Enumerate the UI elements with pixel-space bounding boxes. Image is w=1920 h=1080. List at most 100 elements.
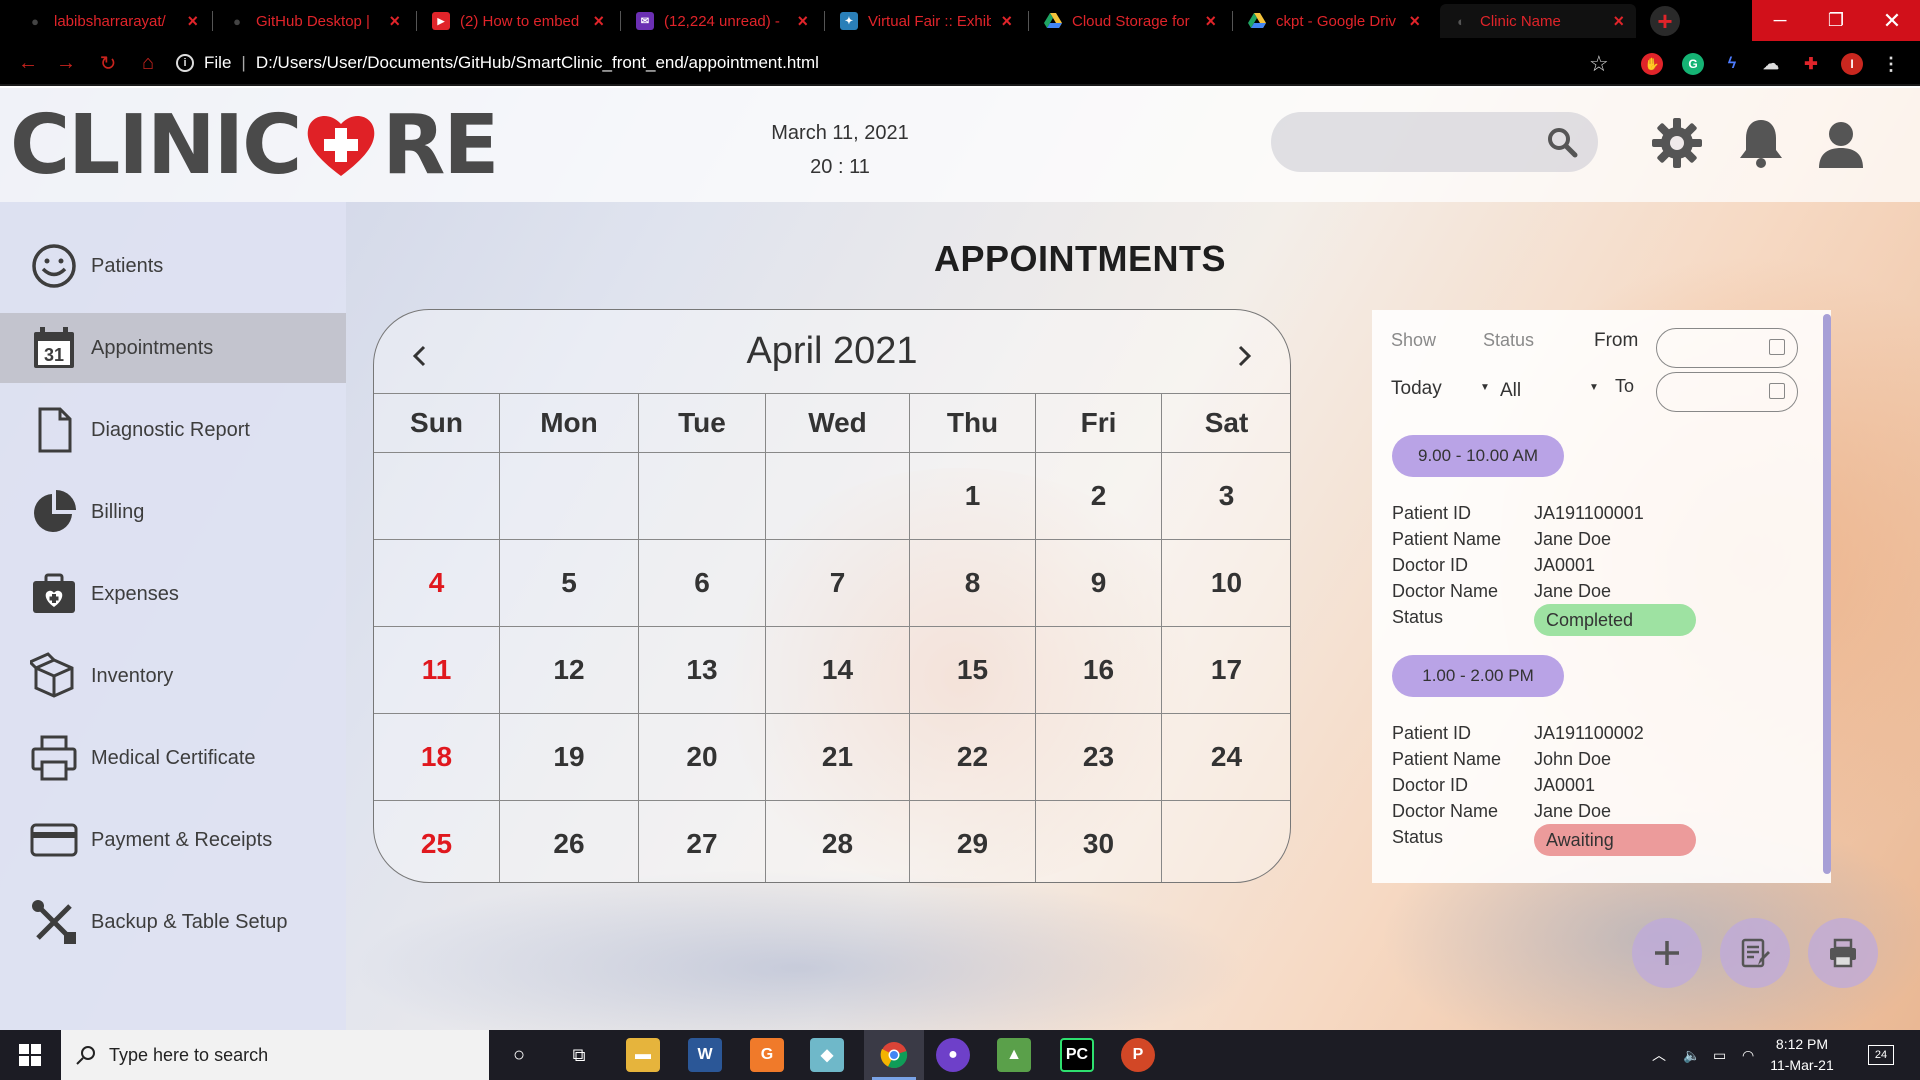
calendar-day[interactable]: 4 <box>374 540 500 627</box>
calendar-day[interactable]: 26 <box>500 801 639 882</box>
extension-icon[interactable]: ✋ <box>1641 53 1663 75</box>
chrome-icon[interactable] <box>877 1038 911 1072</box>
bell-icon[interactable] <box>1734 116 1788 170</box>
calendar-icon[interactable] <box>1769 339 1785 355</box>
calendar-day[interactable]: 30 <box>1036 801 1162 882</box>
browser-tab[interactable]: ✦ Virtual Fair :: Exhib × <box>828 4 1024 38</box>
calendar-day[interactable]: 28 <box>766 801 910 882</box>
panel-scrollbar[interactable] <box>1823 314 1831 874</box>
calendar-day[interactable]: 17 <box>1162 627 1290 714</box>
restore-button[interactable]: ❐ <box>1808 0 1864 41</box>
browser-tab[interactable]: ▶ (2) How to embed × <box>420 4 616 38</box>
browser-tab[interactable]: ✉ (12,224 unread) - × <box>624 4 820 38</box>
calendar-day[interactable]: 2 <box>1036 453 1162 540</box>
calendar-day[interactable]: 10 <box>1162 540 1290 627</box>
back-arrow-icon[interactable]: ← <box>14 49 42 77</box>
app-orange-icon[interactable]: G <box>750 1038 784 1072</box>
calendar-day[interactable]: 25 <box>374 801 500 882</box>
close-tab-icon[interactable]: × <box>593 11 604 32</box>
calendar-day[interactable]: 24 <box>1162 714 1290 801</box>
minimize-button[interactable]: ─ <box>1752 0 1808 41</box>
user-avatar-icon[interactable] <box>1814 116 1868 170</box>
image-app-icon[interactable]: ▲ <box>997 1038 1031 1072</box>
sidebar-item-appointments[interactable]: 31 Appointments <box>0 313 346 383</box>
calendar-day[interactable]: 20 <box>639 714 766 801</box>
sidebar-item-expenses[interactable]: Expenses <box>0 559 346 629</box>
calendar-icon[interactable] <box>1769 383 1785 399</box>
calendar-day[interactable]: 15 <box>910 627 1036 714</box>
gear-icon[interactable] <box>1650 116 1704 170</box>
word-icon[interactable]: W <box>688 1038 722 1072</box>
puzzle-extension-icon[interactable]: ✚ <box>1800 53 1822 75</box>
incognito-icon[interactable]: ☁ <box>1760 53 1782 75</box>
profile-avatar[interactable]: I <box>1841 53 1863 75</box>
calendar-day[interactable]: 12 <box>500 627 639 714</box>
close-tab-icon[interactable]: × <box>1001 11 1012 32</box>
browser-tab[interactable]: Cloud Storage for × <box>1032 4 1228 38</box>
grammarly-icon[interactable]: G <box>1682 53 1704 75</box>
powerpoint-icon[interactable]: P <box>1121 1038 1155 1072</box>
browser-tab[interactable]: ● labibsharrarayat/ × <box>14 4 210 38</box>
notifications-icon[interactable]: 24 <box>1868 1030 1894 1080</box>
url-field[interactable]: i File | D:/Users/User/Documents/GitHub/… <box>176 47 1614 79</box>
volume-icon[interactable]: 🔈 <box>1683 1030 1700 1080</box>
calendar-day[interactable]: 9 <box>1036 540 1162 627</box>
calendar-day[interactable]: 21 <box>766 714 910 801</box>
calendar-day[interactable]: 14 <box>766 627 910 714</box>
sidebar-item-inventory[interactable]: Inventory <box>0 641 346 711</box>
forward-arrow-icon[interactable]: → <box>52 49 80 77</box>
calendar-day[interactable]: 3 <box>1162 453 1290 540</box>
sidebar-item-patients[interactable]: Patients <box>0 231 346 301</box>
sidebar-item-diagnostic-report[interactable]: Diagnostic Report <box>0 395 346 465</box>
windows-start-button[interactable] <box>0 1030 60 1080</box>
calendar-day[interactable]: 16 <box>1036 627 1162 714</box>
next-month-button[interactable] <box>1224 336 1264 376</box>
bookmark-star-icon[interactable]: ☆ <box>1589 51 1609 77</box>
search-icon[interactable] <box>1546 126 1578 158</box>
calendar-day[interactable]: 1 <box>910 453 1036 540</box>
close-tab-icon[interactable]: × <box>1409 11 1420 32</box>
taskbar-clock[interactable]: 8:12 PM 11-Mar-21 <box>1760 1034 1844 1076</box>
show-select[interactable]: Today <box>1391 378 1442 400</box>
close-tab-icon[interactable]: × <box>187 11 198 32</box>
reload-icon[interactable]: ↻ <box>94 49 122 77</box>
tray-chevron-up-icon[interactable]: ︿ <box>1652 1030 1666 1080</box>
battery-icon[interactable]: ▭ <box>1713 1030 1726 1080</box>
sidebar-item-payment-receipts[interactable]: Payment & Receipts <box>0 805 346 875</box>
calendar-day[interactable]: 22 <box>910 714 1036 801</box>
sidebar-item-backup-table-setup[interactable]: Backup & Table Setup <box>0 887 346 957</box>
new-tab-button[interactable]: + <box>1650 6 1680 36</box>
to-date-input[interactable] <box>1656 372 1798 412</box>
pycharm-icon[interactable]: PC <box>1060 1038 1094 1072</box>
close-tab-icon[interactable]: × <box>1205 11 1216 32</box>
calendar-day[interactable]: 27 <box>639 801 766 882</box>
file-explorer-icon[interactable]: ▬ <box>626 1038 660 1072</box>
browser-menu-icon[interactable]: ⋮ <box>1880 53 1902 75</box>
calendar-day[interactable]: 7 <box>766 540 910 627</box>
calendar-day[interactable]: 6 <box>639 540 766 627</box>
task-view-icon[interactable]: ⧉ <box>562 1038 596 1072</box>
close-tab-icon[interactable]: × <box>389 11 400 32</box>
calendar-day[interactable]: 29 <box>910 801 1036 882</box>
sidebar-item-billing[interactable]: Billing <box>0 477 346 547</box>
taskbar-search-input[interactable]: Type here to search <box>61 1030 489 1080</box>
browser-tab[interactable]: ● GitHub Desktop | × <box>216 4 412 38</box>
print-button[interactable] <box>1808 918 1878 988</box>
sidebar-item-medical-certificate[interactable]: Medical Certificate <box>0 723 346 793</box>
report-button[interactable] <box>1720 918 1790 988</box>
close-tab-icon[interactable]: × <box>1613 11 1624 32</box>
time-slot-badge[interactable]: 9.00 - 10.00 AM <box>1392 435 1564 477</box>
search-input[interactable] <box>1271 112 1598 172</box>
calendar-day[interactable]: 19 <box>500 714 639 801</box>
home-icon[interactable]: ⌂ <box>134 49 162 77</box>
calendar-day[interactable]: 11 <box>374 627 500 714</box>
github-desktop-icon[interactable]: ● <box>936 1038 970 1072</box>
calendar-day[interactable]: 8 <box>910 540 1036 627</box>
browser-tab-active[interactable]: ◐ Clinic Name × <box>1440 4 1636 38</box>
calendar-day[interactable]: 23 <box>1036 714 1162 801</box>
info-icon[interactable]: i <box>176 54 194 72</box>
calendar-day[interactable]: 5 <box>500 540 639 627</box>
close-window-button[interactable]: ✕ <box>1864 0 1920 41</box>
chevron-down-icon[interactable]: ▼ <box>1480 382 1490 393</box>
cortana-icon[interactable]: ○ <box>502 1038 536 1072</box>
